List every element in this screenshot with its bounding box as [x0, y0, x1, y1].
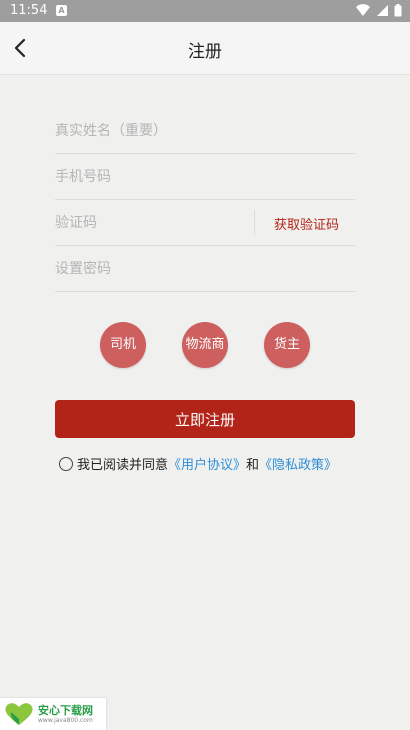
watermark: 安心下载网 www.java800.com — [0, 698, 106, 730]
code-field-row: 获取验证码 — [55, 200, 355, 246]
role-shipper-button[interactable]: 货主 — [264, 322, 310, 368]
role-logistics-button[interactable]: 物流商 — [182, 322, 228, 368]
phone-field-row — [55, 154, 355, 200]
role-driver-button[interactable]: 司机 — [100, 322, 146, 368]
verification-code-input[interactable] — [55, 212, 245, 234]
watermark-url: www.java800.com — [38, 717, 93, 724]
agreement-prefix: 我已阅读并同意 — [77, 458, 169, 473]
password-field-row — [55, 246, 355, 292]
app-bar: 注册 — [0, 22, 410, 75]
wifi-icon — [355, 4, 370, 17]
register-form: 获取验证码 — [55, 108, 355, 292]
user-agreement-link[interactable]: 《用户协议》 — [168, 458, 246, 473]
name-field-row — [55, 108, 355, 154]
heart-logo-icon — [5, 703, 33, 725]
signal-icon — [376, 5, 388, 16]
role-selector: 司机 物流商 货主 — [0, 322, 410, 370]
register-button[interactable]: 立即注册 — [55, 400, 355, 438]
phone-input[interactable] — [55, 166, 245, 188]
password-input[interactable] — [55, 258, 245, 280]
page-title: 注册 — [188, 42, 222, 62]
watermark-name: 安心下载网 — [38, 704, 93, 717]
status-icons — [354, 4, 402, 19]
agreement-radio[interactable] — [59, 456, 73, 471]
privacy-policy-link[interactable]: 《隐私政策》 — [259, 458, 337, 473]
get-code-button[interactable]: 获取验证码 — [274, 214, 339, 233]
notification-icon: A — [56, 5, 67, 16]
divider — [254, 210, 255, 235]
agreement-row: 我已阅读并同意《用户协议》和《隐私政策》 — [59, 454, 337, 473]
status-bar: 11:54 A — [0, 0, 410, 22]
battery-icon — [394, 4, 402, 17]
name-input[interactable] — [55, 120, 245, 142]
status-time: 11:54 — [10, 3, 48, 18]
agreement-conjunction: 和 — [246, 458, 260, 473]
